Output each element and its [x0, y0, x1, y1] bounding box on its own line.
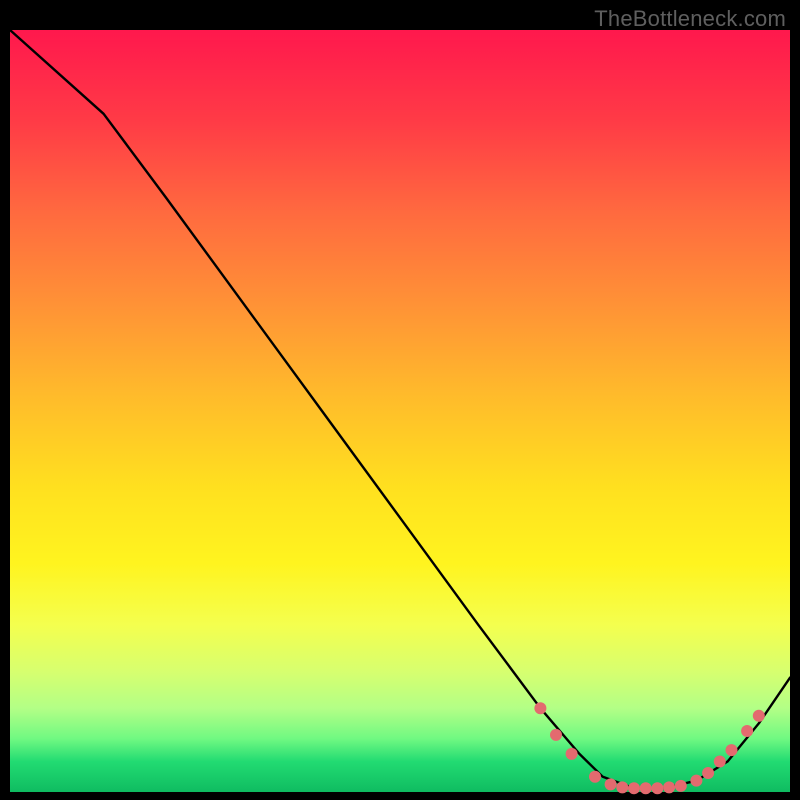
- chart-point: [702, 767, 714, 779]
- chart-container: [10, 30, 790, 792]
- chart-point: [651, 782, 663, 794]
- chart-point: [640, 782, 652, 794]
- chart-svg: [10, 30, 790, 792]
- chart-point: [628, 782, 640, 794]
- chart-point: [741, 725, 753, 737]
- chart-point: [605, 778, 617, 790]
- chart-points-group: [534, 702, 764, 794]
- chart-point: [616, 781, 628, 793]
- chart-point: [566, 748, 578, 760]
- watermark-text: TheBottleneck.com: [594, 6, 786, 32]
- chart-point: [675, 780, 687, 792]
- chart-curve: [10, 30, 790, 788]
- chart-point: [550, 729, 562, 741]
- chart-point: [663, 781, 675, 793]
- chart-point: [589, 771, 601, 783]
- chart-point: [534, 702, 546, 714]
- chart-point: [690, 775, 702, 787]
- chart-plot-area: [10, 30, 790, 792]
- chart-point: [714, 756, 726, 768]
- chart-point: [726, 744, 738, 756]
- chart-point: [753, 710, 765, 722]
